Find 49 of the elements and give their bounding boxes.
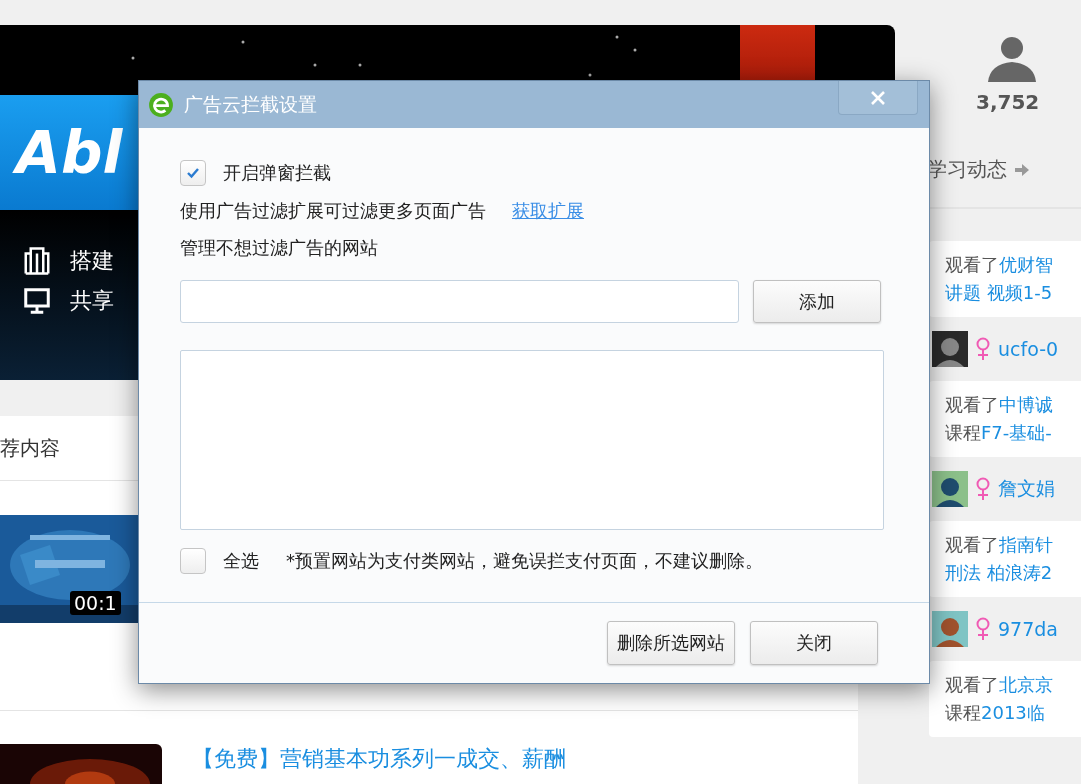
course-link[interactable]: 指南针: [999, 534, 1053, 555]
close-button[interactable]: [838, 81, 918, 115]
feature-text: 搭建: [70, 247, 114, 275]
activity-text: 观看了北京京 课程2013临: [945, 673, 1054, 725]
female-icon: [976, 617, 990, 641]
activity-text: 观看了指南针 刑法 柏浪涛2: [945, 533, 1054, 585]
extension-text: 使用广告过滤扩展可过滤更多页面广告: [180, 199, 486, 223]
site-input-field[interactable]: [180, 280, 739, 323]
avatar: [932, 331, 968, 367]
user-name-link[interactable]: ucfo-0: [998, 338, 1059, 360]
avatar: [932, 471, 968, 507]
activity-text: 观看了优财智 讲题 视频1-5: [945, 253, 1054, 305]
dialog-button[interactable]: 关闭: [750, 621, 878, 665]
arrow-icon: [1015, 163, 1029, 176]
user-icon: [985, 34, 1039, 82]
course-link[interactable]: 优财智: [999, 254, 1053, 275]
note-text: *预置网站为支付类网站，避免误拦支付页面，不建议删除。: [286, 549, 763, 573]
add-button[interactable]: 添加: [753, 280, 881, 323]
close-icon: [870, 89, 886, 106]
course-link[interactable]: 中博诚: [999, 394, 1053, 415]
female-icon: [976, 337, 990, 361]
site-list-box[interactable]: [180, 350, 884, 530]
course-title-link[interactable]: 【免费】营销基本功系列一成交、薪酬: [192, 744, 566, 774]
checkbox-label: 全选: [223, 549, 259, 573]
activity-text: 观看了中博诚 课程F7-基础-: [945, 393, 1054, 445]
checkbox[interactable]: [180, 160, 206, 186]
checkbox-label: 开启弹窗拦截: [223, 161, 331, 185]
course-link[interactable]: F7-基础-: [981, 422, 1052, 443]
course-link[interactable]: 讲题 视频1-5: [945, 282, 1053, 303]
checkbox[interactable]: [180, 548, 206, 574]
dialog-title: 广告云拦截设置: [184, 91, 318, 117]
check-icon: [186, 166, 200, 180]
user-name-link[interactable]: 詹文娟: [998, 476, 1055, 502]
course-link[interactable]: 北京京: [999, 674, 1053, 695]
user-name-link[interactable]: 977da: [998, 618, 1058, 640]
female-icon: [976, 477, 990, 501]
avatar: [932, 611, 968, 647]
course-link[interactable]: 刑法 柏浪涛2: [945, 562, 1053, 583]
monitor-icon: [22, 286, 52, 316]
building-icon: [22, 246, 52, 276]
section-heading: 荐内容: [0, 434, 60, 462]
browser-logo-icon: [148, 91, 174, 118]
get-extension-link[interactable]: 获取扩展: [512, 199, 584, 223]
user-count: 3,752: [976, 90, 1040, 114]
manage-label: 管理不想过滤广告的网站: [180, 236, 379, 260]
feature-text: 共享: [70, 287, 114, 315]
dialog-button[interactable]: 删除所选网站: [607, 621, 735, 665]
video-duration: 00:1: [70, 591, 121, 615]
course-link[interactable]: 2013临: [981, 702, 1045, 723]
